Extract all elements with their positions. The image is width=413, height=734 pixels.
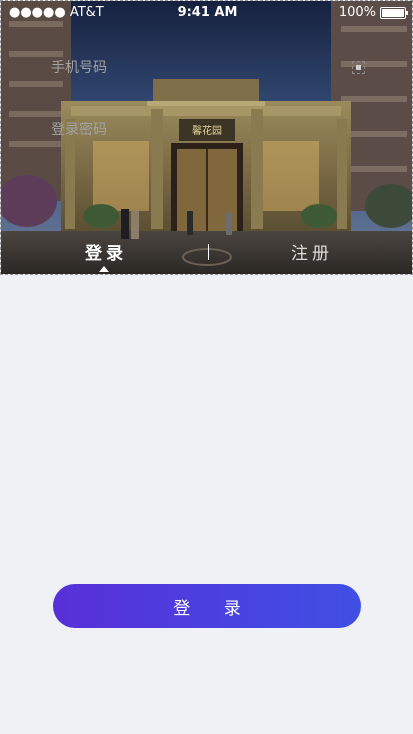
- auth-tabs: 登录 注册: [1, 239, 412, 272]
- tab-register[interactable]: 注册: [291, 239, 333, 264]
- tab-login[interactable]: 登录: [85, 239, 127, 264]
- tab-divider: [208, 244, 209, 260]
- battery-status: 100%: [338, 5, 408, 20]
- active-tab-indicator-icon: [99, 266, 109, 272]
- password-field[interactable]: [51, 113, 371, 147]
- battery-icon: [380, 6, 408, 19]
- password-input[interactable]: [51, 122, 321, 138]
- battery-level-fill: [382, 8, 404, 17]
- status-bar: ●●●●● AT&T 9:41 AM 100%: [1, 1, 412, 25]
- login-button[interactable]: 登 录: [53, 584, 361, 628]
- phone-input[interactable]: [51, 60, 321, 76]
- battery-percent: 100%: [338, 5, 376, 20]
- phone-field[interactable]: [51, 51, 371, 85]
- clear-icon[interactable]: [352, 61, 365, 74]
